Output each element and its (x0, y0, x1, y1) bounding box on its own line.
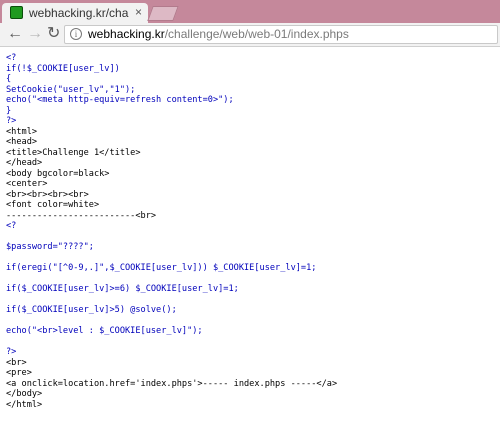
source-line: <a onclick=location.href='index.phps'>--… (6, 378, 338, 389)
tab-strip: webhacking.kr/challenge/web/web-01/index… (0, 0, 500, 23)
source-line: if($_COOKIE[user_lv]>=6) $_COOKIE[user_l… (6, 284, 239, 294)
source-line: <head> (6, 137, 38, 147)
source-line: </html> (6, 399, 43, 410)
source-line: echo("<meta http-equiv=refresh content=0… (6, 95, 234, 105)
source-line: </body> (6, 389, 43, 399)
source-line: <title>Challenge 1</title> (6, 147, 141, 158)
page-content: <? if(!$_COOKIE[user_lv]){SetCookie("user… (0, 47, 500, 410)
source-line (6, 295, 500, 306)
arrow-right-icon[interactable]: → (27, 26, 43, 42)
source-line: <? (6, 53, 17, 63)
source-line: <br><br><br><br> (6, 189, 89, 200)
active-tab[interactable]: webhacking.kr/challenge/web/web-01/index… (2, 3, 148, 23)
source-line: <pre> (6, 368, 32, 378)
close-tab-icon[interactable]: × (135, 5, 142, 19)
arrow-left-icon[interactable]: ← (7, 26, 23, 42)
source-line (6, 316, 500, 327)
source-line: if(eregi("[^0-9,.]",$_COOKIE[user_lv])) … (6, 263, 317, 273)
source-line: ?> (6, 116, 17, 126)
source-line: <center> (6, 179, 48, 189)
source-line: } (6, 105, 12, 116)
url-path: /challenge/web/web-01/index.phps (164, 27, 349, 41)
source-line (6, 253, 500, 264)
source-line: <? (6, 221, 17, 231)
source-line: if(!$_COOKIE[user_lv]) (6, 63, 120, 74)
source-line: -------------------------<br> (6, 210, 157, 221)
source-line: { (6, 74, 12, 84)
source-line: ?> (6, 347, 17, 357)
source-line (6, 274, 500, 285)
source-line (6, 232, 500, 243)
source-line (6, 337, 500, 348)
source-line: </head> (6, 158, 43, 168)
source-line: <br> (6, 357, 27, 368)
page-info-icon[interactable]: i (70, 28, 82, 40)
reload-icon[interactable]: ↻ (47, 26, 60, 42)
source-line: <font color=white> (6, 200, 100, 210)
source-line: SetCookie("user_lv","1"); (6, 84, 136, 95)
browser-toolbar: ← → ↻ i webhacking.kr/challenge/web/web-… (0, 23, 500, 47)
address-bar[interactable]: i webhacking.kr/challenge/web/web-01/ind… (64, 25, 498, 44)
source-line: $password="????"; (6, 242, 94, 252)
url-host: webhacking.kr (88, 27, 165, 41)
tab-title: webhacking.kr/challenge/web/web-01/index… (29, 6, 129, 20)
source-line: echo("<br>level : $_COOKIE[user_lv]"); (6, 326, 203, 336)
source-line: if($_COOKIE[user_lv]>5) @solve(); (6, 305, 177, 315)
source-line: <body bgcolor=black> (6, 168, 110, 179)
challenge-page-icon (10, 6, 23, 19)
source-line: <html> (6, 126, 38, 137)
url-text[interactable]: webhacking.kr/challenge/web/web-01/index… (88, 27, 349, 42)
new-tab-button[interactable] (147, 6, 179, 21)
source-code-listing: <? if(!$_COOKIE[user_lv]){SetCookie("user… (6, 53, 500, 410)
